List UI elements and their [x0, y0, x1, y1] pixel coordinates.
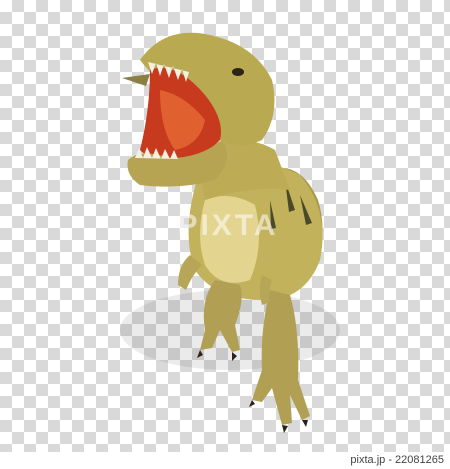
image-id-caption: pixta.jp - 22081265 [0, 452, 450, 469]
caption-text: pixta.jp - 22081265 [350, 454, 444, 466]
checkerboard-background: PIXTA [0, 0, 450, 452]
watermark: PIXTA [177, 209, 279, 242]
snout-tip [122, 74, 150, 86]
eye [232, 68, 244, 76]
